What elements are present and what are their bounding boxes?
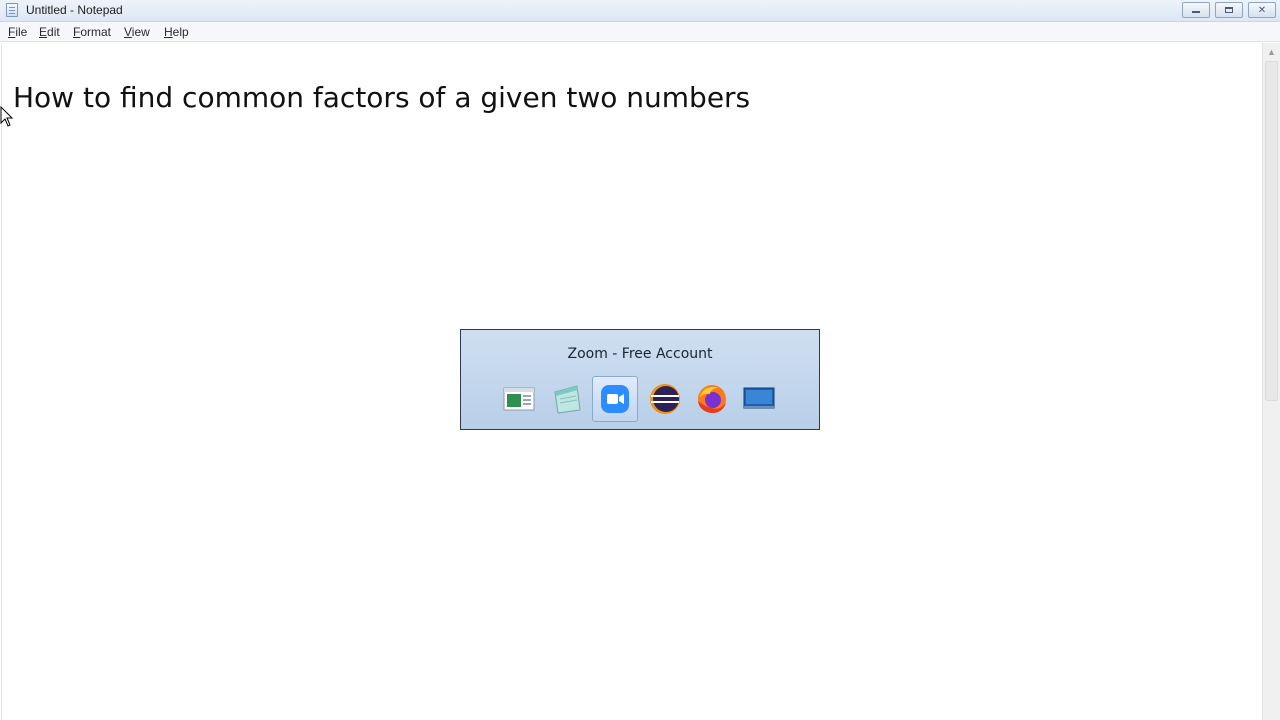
minimize-button[interactable]: [1182, 2, 1210, 18]
mouse-cursor-icon: [0, 106, 14, 127]
restore-icon: [1225, 7, 1233, 13]
switcher-item-zoom[interactable]: [592, 376, 638, 422]
menu-help[interactable]: Help: [164, 25, 189, 39]
window-title: Untitled - Notepad: [26, 3, 123, 17]
switcher-item-desktop[interactable]: [736, 376, 782, 422]
scroll-up-icon[interactable]: ▲: [1263, 43, 1280, 60]
menu-file[interactable]: File: [8, 25, 27, 39]
document-app-icon: [503, 387, 535, 411]
notepad-app-icon: [554, 385, 581, 414]
editor-content: How to find common factors of a given tw…: [13, 81, 751, 114]
firefox-app-icon: [698, 385, 726, 413]
switcher-item-notepad[interactable]: [544, 376, 590, 422]
menu-format[interactable]: Format: [73, 25, 111, 39]
task-switcher: Zoom - Free Account: [460, 329, 820, 430]
title-bar[interactable]: Untitled - Notepad ✕: [0, 0, 1280, 22]
menu-bar: File Edit Format View Help: [0, 22, 1280, 42]
close-button[interactable]: ✕: [1248, 2, 1276, 18]
zoom-app-icon: [601, 385, 629, 413]
desktop-app-icon: [743, 387, 775, 409]
maximize-button[interactable]: [1215, 2, 1243, 18]
eclipse-app-icon: [650, 384, 680, 414]
minimize-icon: [1192, 11, 1200, 13]
menu-view[interactable]: View: [124, 25, 150, 39]
close-icon: ✕: [1257, 4, 1267, 16]
notepad-icon: [6, 3, 18, 17]
switcher-item-eclipse[interactable]: [642, 376, 688, 422]
menu-edit[interactable]: Edit: [39, 25, 60, 39]
switcher-item-firefox[interactable]: [689, 376, 735, 422]
switcher-item-document[interactable]: [496, 376, 542, 422]
switcher-title: Zoom - Free Account: [567, 346, 713, 362]
vertical-scrollbar[interactable]: ▲: [1262, 43, 1280, 720]
scroll-thumb[interactable]: [1265, 61, 1278, 401]
